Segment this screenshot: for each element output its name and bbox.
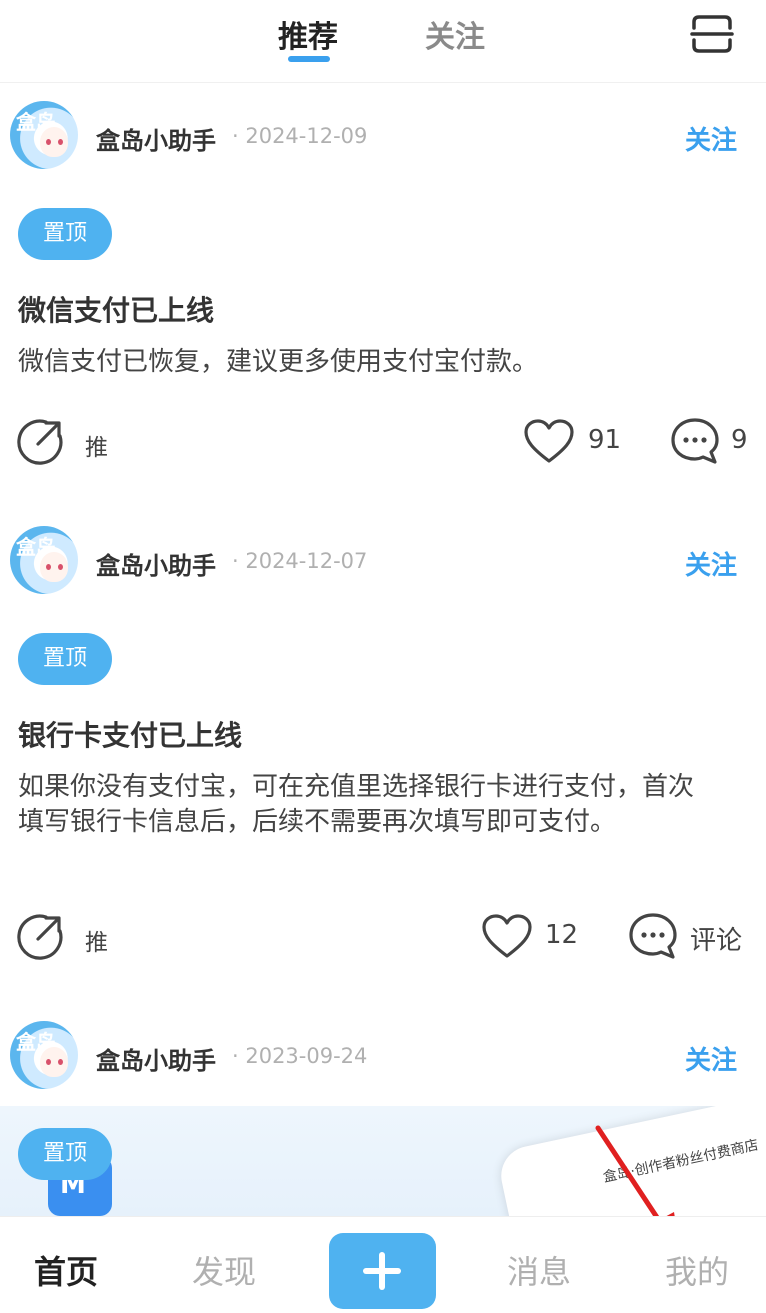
share-icon[interactable] <box>16 418 64 466</box>
avatar-eye <box>58 1059 63 1065</box>
avatar-eye <box>58 564 63 570</box>
author-name[interactable]: 盒岛小助手 <box>96 121 216 156</box>
avatar-eye <box>46 1059 51 1065</box>
pinned-badge: 置顶 <box>18 1128 112 1180</box>
avatar-eye <box>58 139 63 145</box>
top-tab-bar: 推荐 关注 <box>0 0 766 83</box>
avatar[interactable]: 盒岛 <box>10 526 78 594</box>
post-date: · 2024-12-09 <box>232 124 368 148</box>
nav-messages[interactable]: 消息 <box>507 1247 571 1293</box>
heart-icon[interactable] <box>523 418 575 464</box>
follow-button[interactable]: 关注 <box>685 120 737 157</box>
share-label[interactable]: 推 <box>85 923 108 957</box>
avatar-face <box>40 552 68 582</box>
nav-home[interactable]: 首页 <box>34 1247 98 1293</box>
avatar[interactable]: 盒岛 <box>10 1021 78 1089</box>
nav-discover[interactable]: 发现 <box>192 1247 256 1293</box>
post-title[interactable]: 微信支付已上线 <box>18 289 214 329</box>
comment-count: 9 <box>731 425 748 455</box>
scan-icon[interactable] <box>690 14 734 54</box>
bottom-nav: 首页 发现 消息 我的 <box>0 1216 766 1313</box>
avatar-eye <box>46 564 51 570</box>
avatar[interactable]: 盒岛 <box>10 101 78 169</box>
avatar-face <box>40 127 68 157</box>
heart-icon[interactable] <box>481 913 533 959</box>
nav-mine[interactable]: 我的 <box>665 1247 729 1293</box>
post-title[interactable]: 银行卡支付已上线 <box>18 714 242 754</box>
share-icon[interactable] <box>16 913 64 961</box>
follow-button[interactable]: 关注 <box>685 545 737 582</box>
create-post-button[interactable] <box>329 1233 436 1309</box>
share-label[interactable]: 推 <box>85 428 108 462</box>
tab-recommend[interactable]: 推荐 <box>278 12 338 56</box>
post-date: · 2024-12-07 <box>232 549 368 573</box>
avatar-eye <box>46 139 51 145</box>
author-name[interactable]: 盒岛小助手 <box>96 546 216 581</box>
author-name[interactable]: 盒岛小助手 <box>96 1041 216 1076</box>
follow-button[interactable]: 关注 <box>685 1040 737 1077</box>
tab-following[interactable]: 关注 <box>425 12 485 56</box>
comment-icon[interactable] <box>628 912 678 960</box>
like-count: 12 <box>545 920 579 950</box>
comment-icon[interactable] <box>670 417 720 465</box>
tab-active-indicator <box>288 56 330 62</box>
like-count: 91 <box>588 425 622 455</box>
pinned-badge: 置顶 <box>18 208 112 260</box>
avatar-face <box>40 1047 68 1077</box>
comment-label[interactable]: 评论 <box>690 920 742 957</box>
pinned-badge: 置顶 <box>18 633 112 685</box>
plus-icon <box>379 1252 385 1290</box>
post-date: · 2023-09-24 <box>232 1044 368 1068</box>
post-body[interactable]: 如果你没有支付宝，可在充值里选择银行卡进行支付，首次填写银行卡信息后，后续不需要… <box>18 770 718 840</box>
post-body[interactable]: 微信支付已恢复，建议更多使用支付宝付款。 <box>18 345 748 380</box>
